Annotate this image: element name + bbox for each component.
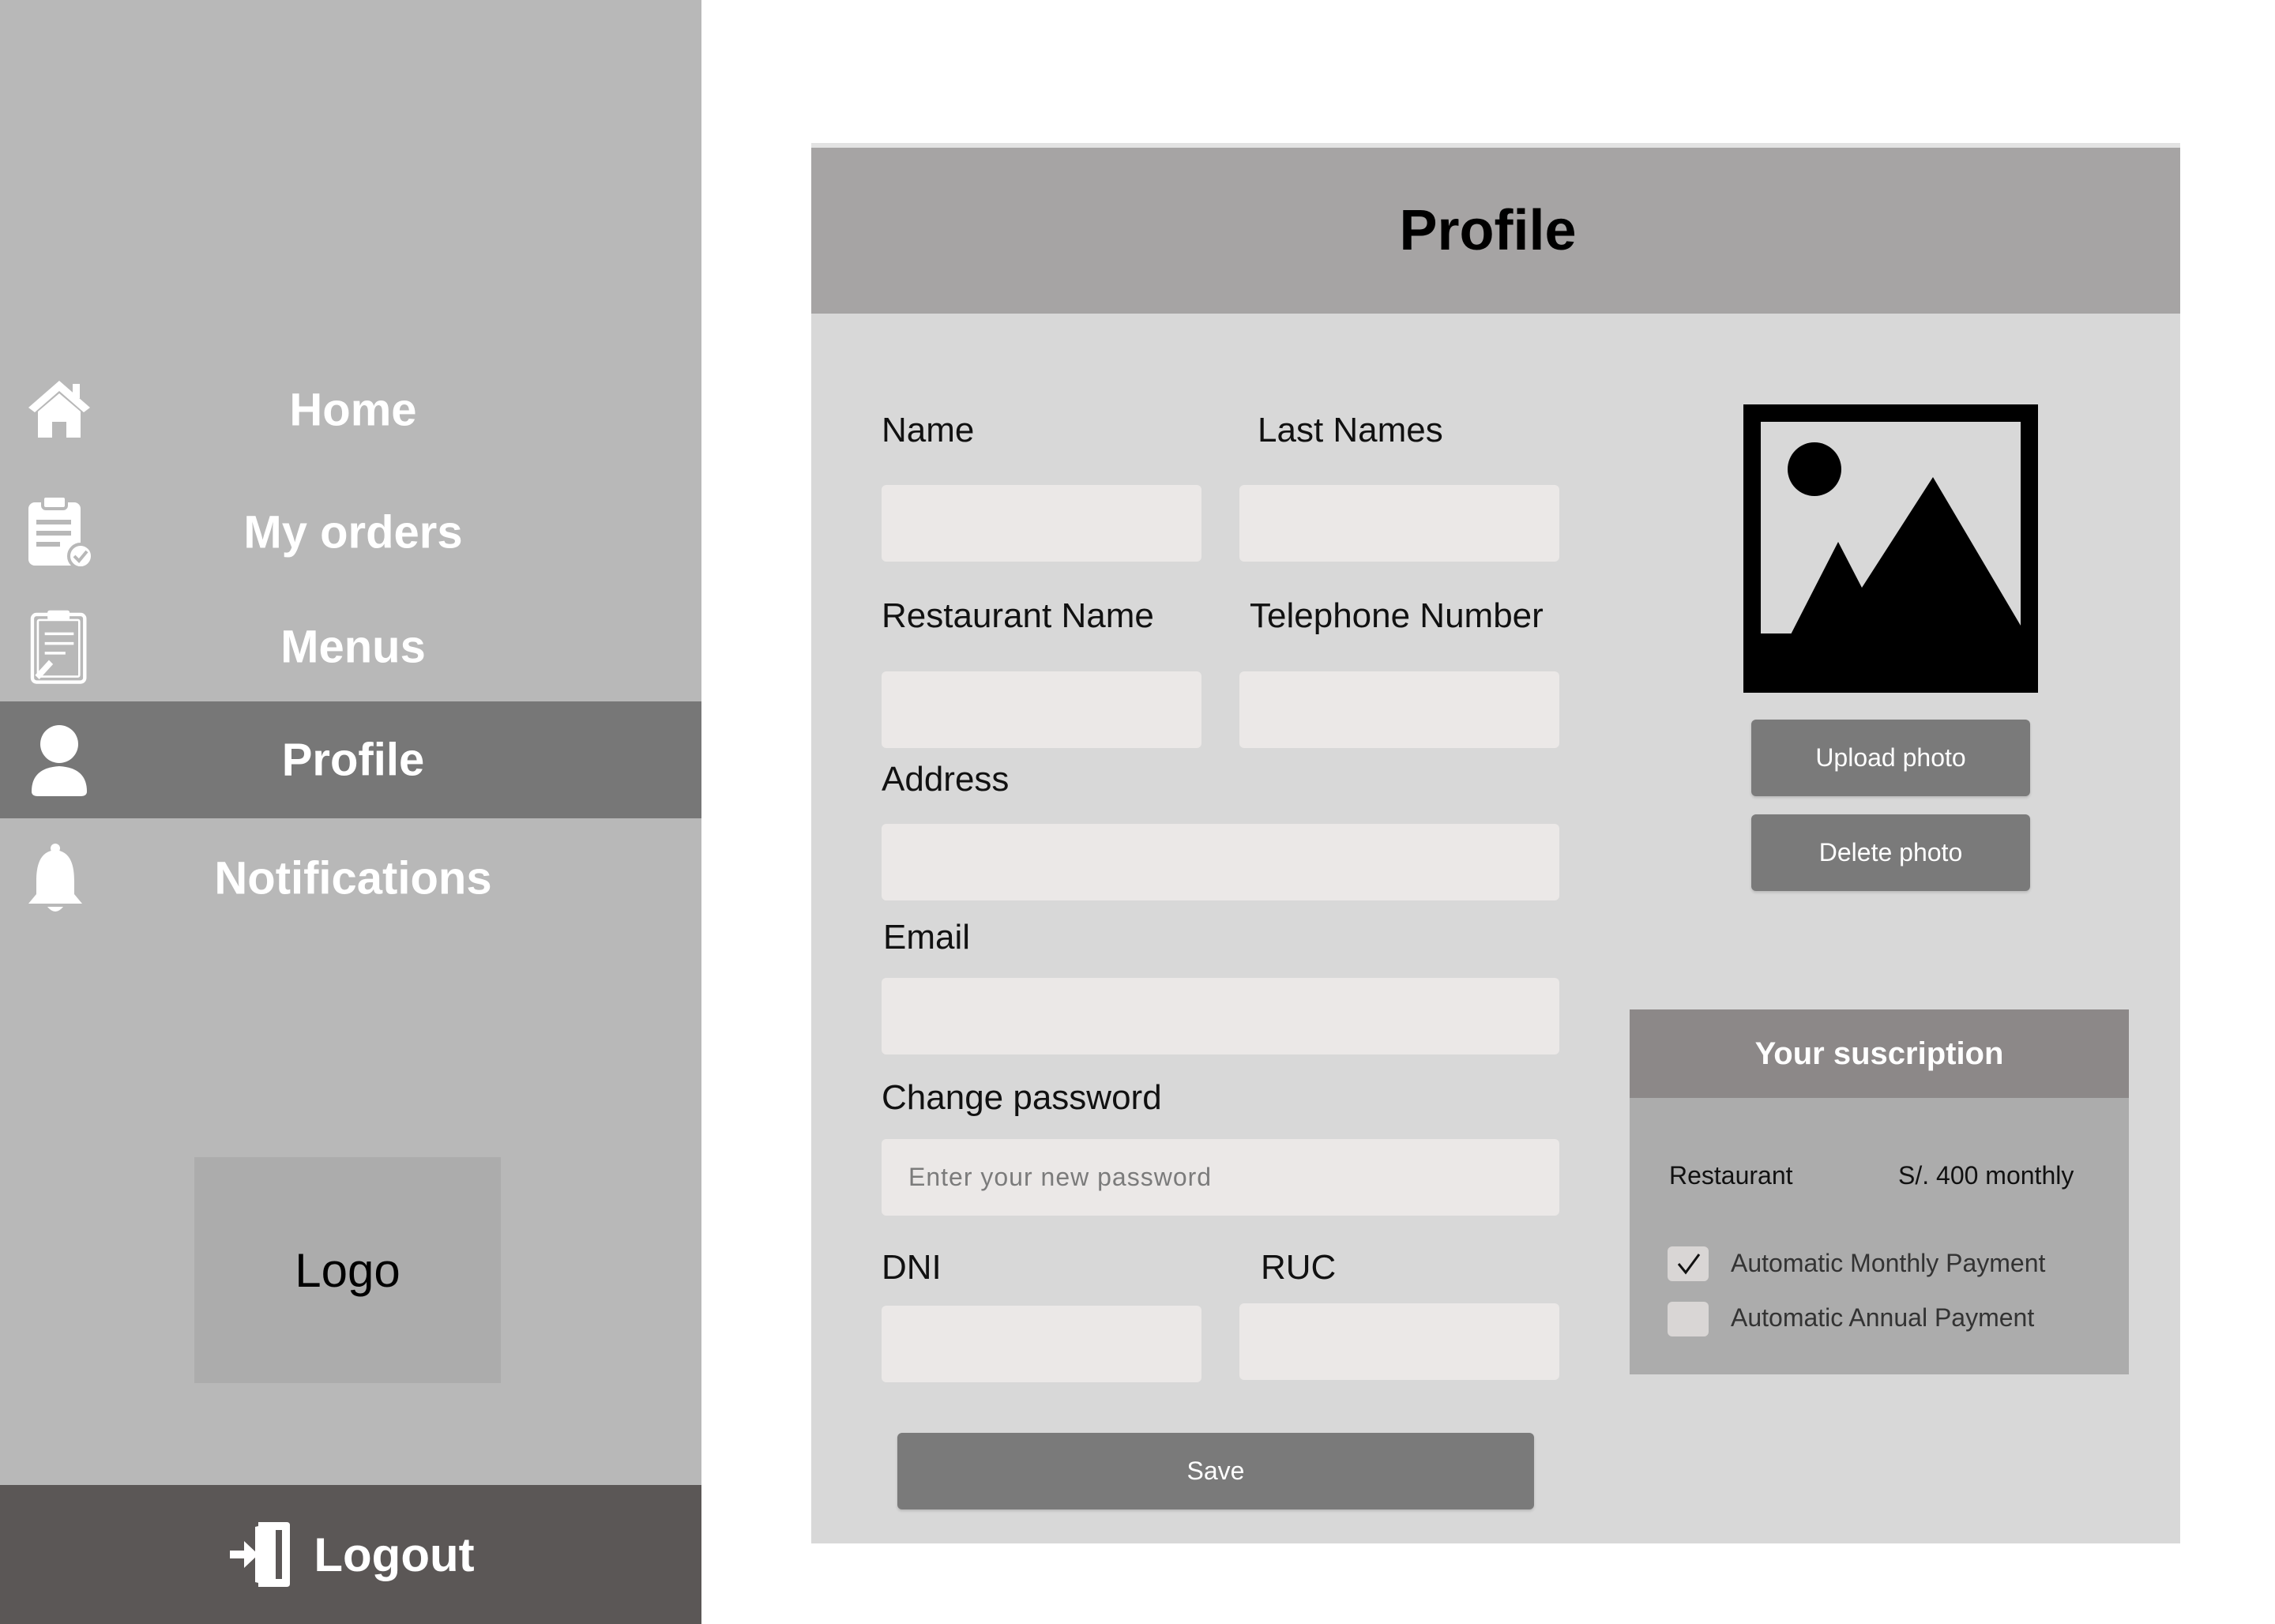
subscription-title: Your suscription xyxy=(1630,1009,2129,1098)
telephone-field[interactable] xyxy=(1239,671,1559,748)
dni-label: DNI xyxy=(882,1248,942,1287)
page-title: Profile xyxy=(1399,199,1577,262)
sidebar-item-notifications[interactable]: Notifications xyxy=(0,820,701,937)
bell-icon xyxy=(24,840,95,916)
sidebar-item-label: My orders xyxy=(243,506,463,558)
save-button-label: Save xyxy=(1186,1457,1245,1485)
change-password-label: Change password xyxy=(882,1078,1162,1117)
address-label: Address xyxy=(882,760,1010,799)
image-placeholder-icon xyxy=(1743,404,2038,693)
sidebar-item-label: Notifications xyxy=(214,852,492,904)
sidebar: Home My orders Menus Profile Notificatio… xyxy=(0,0,701,1624)
name-field[interactable] xyxy=(882,485,1201,562)
upload-photo-label: Upload photo xyxy=(1815,743,1966,772)
home-icon xyxy=(24,372,95,448)
logout-icon xyxy=(227,1519,293,1590)
password-field[interactable] xyxy=(882,1139,1559,1216)
telephone-label: Telephone Number xyxy=(1250,596,1544,635)
logout-button[interactable]: Logout xyxy=(0,1485,701,1624)
monthly-payment-label: Automatic Monthly Payment xyxy=(1731,1249,2046,1277)
annual-payment-checkbox[interactable] xyxy=(1668,1302,1709,1336)
annual-payment-label: Automatic Annual Payment xyxy=(1731,1303,2035,1332)
subscription-panel: Your suscription Restaurant S/. 400 mont… xyxy=(1630,1009,2129,1374)
last-names-field[interactable] xyxy=(1239,485,1559,562)
upload-photo-button[interactable]: Upload photo xyxy=(1751,720,2030,796)
sidebar-item-home[interactable]: Home xyxy=(0,351,701,468)
email-label: Email xyxy=(883,918,971,957)
restaurant-name-label: Restaurant Name xyxy=(882,596,1154,635)
last-names-label: Last Names xyxy=(1258,411,1443,449)
plan-price: S/. 400 monthly xyxy=(1898,1161,2074,1190)
address-field[interactable] xyxy=(882,824,1559,900)
profile-card-header: Profile xyxy=(811,148,2180,314)
logo: Logo xyxy=(194,1157,501,1383)
save-button[interactable]: Save xyxy=(897,1433,1534,1509)
restaurant-name-field[interactable] xyxy=(882,671,1201,748)
logout-label: Logout xyxy=(314,1528,475,1581)
sidebar-item-my-orders[interactable]: My orders xyxy=(0,474,701,591)
dni-field[interactable] xyxy=(882,1306,1201,1382)
sidebar-item-menus[interactable]: Menus xyxy=(0,588,701,705)
monthly-payment-checkbox[interactable] xyxy=(1668,1246,1709,1281)
ruc-label: RUC xyxy=(1261,1248,1337,1287)
checkmark-icon xyxy=(1677,1254,1701,1275)
sidebar-item-label: Profile xyxy=(281,734,425,786)
delete-photo-label: Delete photo xyxy=(1818,838,1963,867)
sidebar-item-label: Menus xyxy=(280,621,426,673)
name-label: Name xyxy=(882,411,975,449)
logo-text: Logo xyxy=(295,1243,400,1297)
notepad-icon xyxy=(24,609,95,685)
plan-name: Restaurant xyxy=(1669,1161,1793,1190)
email-field[interactable] xyxy=(882,978,1559,1054)
user-icon xyxy=(24,722,95,798)
ruc-field[interactable] xyxy=(1239,1303,1559,1380)
subscription-title-text: Your suscription xyxy=(1754,1036,2004,1071)
clipboard-check-icon xyxy=(24,494,95,570)
delete-photo-button[interactable]: Delete photo xyxy=(1751,814,2030,891)
sidebar-item-label: Home xyxy=(289,384,417,436)
sidebar-item-profile[interactable]: Profile xyxy=(0,701,701,818)
